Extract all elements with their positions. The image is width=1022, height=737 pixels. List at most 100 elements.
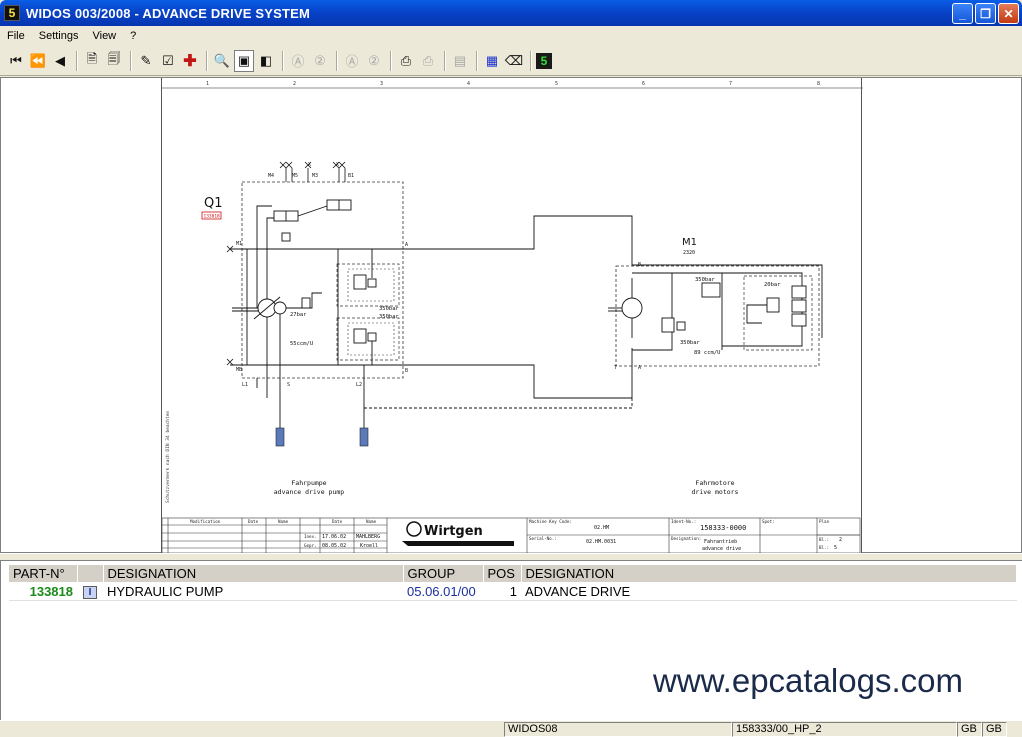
title-bar: 5 WIDOS 003/2008 - ADVANCE DRIVE SYSTEM … (0, 0, 1022, 26)
toolbar-separator (206, 50, 208, 71)
a-icon[interactable]: Ⓐ (342, 50, 362, 72)
a-icon[interactable]: Ⓐ (288, 50, 308, 72)
port-label: L2 (356, 382, 362, 388)
menu-settings[interactable]: Settings (32, 30, 86, 42)
q1-label: Q1 (204, 196, 223, 211)
coupler-left (275, 427, 285, 447)
column-number: 6 (642, 81, 645, 87)
tb-sheet-label: Bl.: (819, 537, 829, 542)
part-number[interactable]: 133818 (9, 582, 77, 601)
tb-serial: 02.HM.0031 (586, 539, 616, 545)
column-number: 3 (380, 81, 383, 87)
status-bar: WIDOS08 158333/00_HP_2 GB GB (0, 720, 1022, 737)
tb-spot-label: Spot: (762, 519, 775, 524)
schematic-sheet[interactable]: 1 2 3 4 5 6 7 8 Schutzvermerk nach DIN 3… (161, 78, 863, 554)
zoom-icon[interactable]: 🔍 (212, 50, 232, 72)
side-note: Schutzvermerk nach DIN 34 beachten (165, 411, 171, 503)
two-icon[interactable]: ② (310, 50, 330, 72)
col-designation[interactable]: DESIGNATION (103, 565, 404, 582)
col-group[interactable]: GROUP (403, 565, 484, 582)
part-group[interactable]: 05.06.01/00 (403, 582, 483, 601)
maximize-button[interactable]: ❐ (975, 3, 996, 24)
pane-splitter[interactable] (0, 553, 1022, 561)
two-icon[interactable]: ② (364, 50, 384, 72)
minimize-icon: _ (959, 6, 966, 21)
watermark: www.epcatalogs.com (653, 662, 963, 699)
port-label: A (405, 242, 408, 248)
wirtgen-logo: Wirtgen (402, 521, 514, 546)
part-designation-2[interactable]: ADVANCE DRIVE (521, 582, 1017, 601)
tb-ident-label: Ident-No.: (671, 519, 696, 524)
tb-name-2: Kroell (360, 543, 378, 549)
blue-grid-icon[interactable]: ▦ (482, 50, 502, 72)
pump-pressure: 27bar (290, 312, 307, 318)
prev-fast-icon[interactable]: ⏪ (28, 50, 48, 72)
right-caption-1: Fahrmotore (695, 479, 734, 487)
page-view-icon[interactable]: ▣ (234, 49, 254, 72)
toolbar-separator (530, 50, 532, 71)
checklist-icon[interactable]: ☑ (158, 50, 178, 72)
app-icon: 5 (4, 5, 20, 21)
column-number: 8 (817, 81, 820, 87)
col-designation-2[interactable]: DESIGNATION (521, 565, 1017, 582)
drawing-viewer[interactable]: 1 2 3 4 5 6 7 8 Schutzvermerk nach DIN 3… (0, 77, 1022, 554)
parts-header-row: PART-N° DESIGNATION GROUP POS DESIGNATIO… (9, 565, 1017, 582)
export-icon[interactable]: ▤ (450, 50, 470, 72)
tb-row-label: Inev. (304, 534, 317, 539)
print-preview-icon[interactable]: ⎙ (418, 50, 438, 72)
restore-icon: ❐ (980, 6, 991, 21)
notepad-icon[interactable]: ✎ (136, 50, 156, 72)
eraser-icon[interactable]: ⌫ (504, 50, 524, 72)
widos-logo-icon[interactable]: 5 (536, 52, 552, 69)
prev-icon[interactable]: ◀ (50, 50, 70, 72)
info-button[interactable]: I (83, 586, 97, 599)
pump-displacement: 55ccm/U (290, 341, 313, 347)
red-cross-icon[interactable]: ✚ (180, 50, 200, 72)
toolbar-separator (336, 50, 338, 71)
status-empty (0, 722, 504, 737)
print-icon[interactable]: ⎙ (396, 50, 416, 72)
parts-list-panel: PART-N° DESIGNATION GROUP POS DESIGNATIO… (0, 561, 1022, 720)
status-lang-2: GB (982, 721, 1007, 737)
m1-part-number: 2320 (683, 250, 695, 256)
tb-sheets-label: Bl.: (819, 545, 829, 550)
left-caption-1: Fahrpumpe (291, 479, 326, 487)
col-part-no[interactable]: PART-N° (9, 565, 78, 582)
m1-label: M1 (682, 237, 697, 248)
menu-help[interactable]: ? (123, 30, 143, 42)
column-number: 5 (555, 81, 558, 87)
part-pos[interactable]: 1 (483, 582, 521, 601)
logo-text: Wirtgen (424, 524, 483, 539)
menu-view[interactable]: View (85, 30, 123, 42)
window-title: WIDOS 003/2008 - ADVANCE DRIVE SYSTEM (26, 5, 311, 21)
menu-bar: File Settings View ? (0, 26, 1022, 45)
status-database: WIDOS08 (504, 721, 732, 737)
col-info[interactable] (77, 565, 104, 582)
col-pos[interactable]: POS (483, 565, 522, 582)
motor-pressure-2: 350bar (680, 340, 701, 346)
toolbar-separator (282, 50, 284, 71)
column-number: 1 (206, 81, 209, 87)
toolbar-separator (444, 50, 446, 71)
tb-designation-2: advance drive (702, 546, 741, 552)
close-icon: ✕ (1003, 6, 1014, 21)
open-doc2-icon[interactable]: 🗐 (104, 50, 124, 72)
close-button[interactable]: ✕ (998, 3, 1019, 24)
tb-row-label: Gepr. (304, 543, 317, 548)
right-caption-2: drive motors (692, 488, 739, 496)
open-doc-icon[interactable]: 🗎 (82, 50, 102, 72)
table-row[interactable]: 133818 I HYDRAULIC PUMP 05.06.01/00 1 AD… (9, 582, 1017, 601)
menu-file[interactable]: File (0, 30, 32, 42)
tb-plan-label: Plan (819, 519, 830, 524)
column-number: 2 (293, 81, 296, 87)
tb-date-header: Date (248, 519, 259, 524)
port-label: S (287, 382, 290, 388)
page-fit-icon[interactable]: ◧ (256, 50, 276, 72)
minimize-button[interactable]: _ (952, 3, 973, 24)
first-page-icon[interactable]: ⏮ (6, 50, 26, 72)
column-number: 7 (729, 81, 732, 87)
title-block (162, 517, 861, 554)
tb-machine-key: 02.HM (594, 525, 609, 531)
tb-designation-label: Designation: (671, 536, 701, 541)
part-designation[interactable]: HYDRAULIC PUMP (103, 582, 403, 601)
